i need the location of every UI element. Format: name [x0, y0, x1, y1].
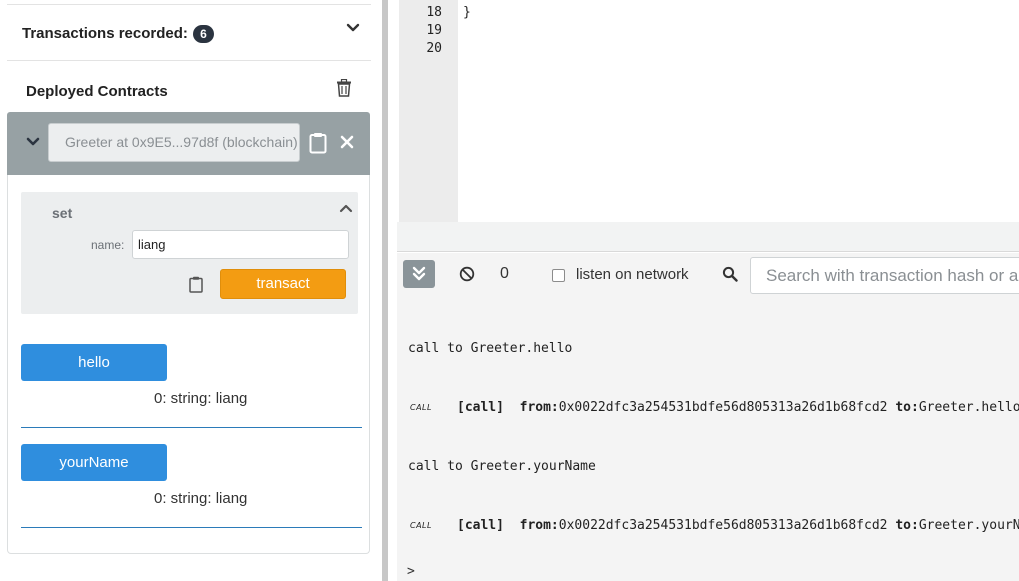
transactions-recorded-label: Transactions recorded: [22, 25, 188, 42]
set-function-title: set [52, 205, 73, 221]
contract-instance-body: set name: liang transact hello 0: string… [7, 175, 370, 554]
call-log-entry[interactable]: [call] from:0x0022dfc3a254531bdfe56d8053… [457, 518, 1019, 533]
line-number: 19 [426, 23, 442, 38]
line-number-gutter: 18 19 20 [399, 0, 458, 222]
listen-on-network-checkbox[interactable] [552, 269, 565, 282]
panel-resize-handle[interactable] [380, 0, 397, 581]
line-number: 18 [426, 5, 442, 20]
clipboard-icon[interactable] [309, 132, 327, 154]
transactions-count-badge: 6 [193, 25, 214, 43]
call-tag: CALL [410, 403, 432, 412]
code-line: } [463, 5, 471, 20]
line-number: 20 [426, 41, 442, 56]
terminal-panel: 0 listen on network Search with transact… [397, 253, 1019, 581]
contract-instance-header: Greeter at 0x9E5...97d8f (blockchain) [7, 112, 370, 175]
toggle-terminal-button[interactable] [403, 260, 435, 288]
clear-icon[interactable] [459, 266, 475, 282]
terminal-prompt[interactable]: > [407, 564, 415, 579]
name-param-input[interactable]: liang [132, 230, 349, 259]
transact-button[interactable]: transact [220, 269, 346, 299]
editor-scroll-area [397, 222, 1019, 252]
call-tag: CALL [410, 521, 432, 530]
search-icon [722, 266, 738, 282]
clipboard-icon[interactable] [189, 276, 203, 293]
close-icon[interactable] [340, 135, 354, 149]
pending-tx-count: 0 [500, 265, 509, 282]
chevron-up-icon[interactable] [339, 201, 353, 215]
chevron-down-icon[interactable] [345, 20, 361, 36]
contract-instance-name[interactable]: Greeter at 0x9E5...97d8f (blockchain) [48, 123, 300, 162]
set-function-panel: set name: liang transact [21, 192, 358, 314]
transactions-recorded-row[interactable]: Transactions recorded: 6 [7, 4, 371, 61]
run-panel: Transactions recorded: 6 Deployed Contra… [0, 0, 380, 581]
listen-on-network-label: listen on network [576, 266, 689, 283]
yourname-button[interactable]: yourName [21, 444, 167, 481]
divider [21, 427, 362, 428]
log-title: call to Greeter.yourName [408, 459, 596, 474]
chevron-down-icon[interactable] [25, 134, 41, 150]
yourname-output: 0: string: liang [154, 490, 248, 507]
deployed-contracts-title: Deployed Contracts [26, 83, 168, 100]
terminal-toolbar: 0 listen on network Search with transact… [397, 253, 1019, 297]
name-param-label: name: [91, 238, 125, 252]
hello-button[interactable]: hello [21, 344, 167, 381]
code-editor[interactable]: 18 19 20 } [397, 0, 1019, 222]
double-chevron-down-icon [412, 266, 426, 281]
log-title: call to Greeter.hello [408, 341, 573, 356]
transaction-search-input[interactable]: Search with transaction hash or address [750, 257, 1019, 294]
divider [21, 527, 362, 528]
call-log-entry[interactable]: [call] from:0x0022dfc3a254531bdfe56d8053… [457, 400, 1019, 415]
trash-icon[interactable] [336, 79, 352, 97]
hello-output: 0: string: liang [154, 390, 248, 407]
